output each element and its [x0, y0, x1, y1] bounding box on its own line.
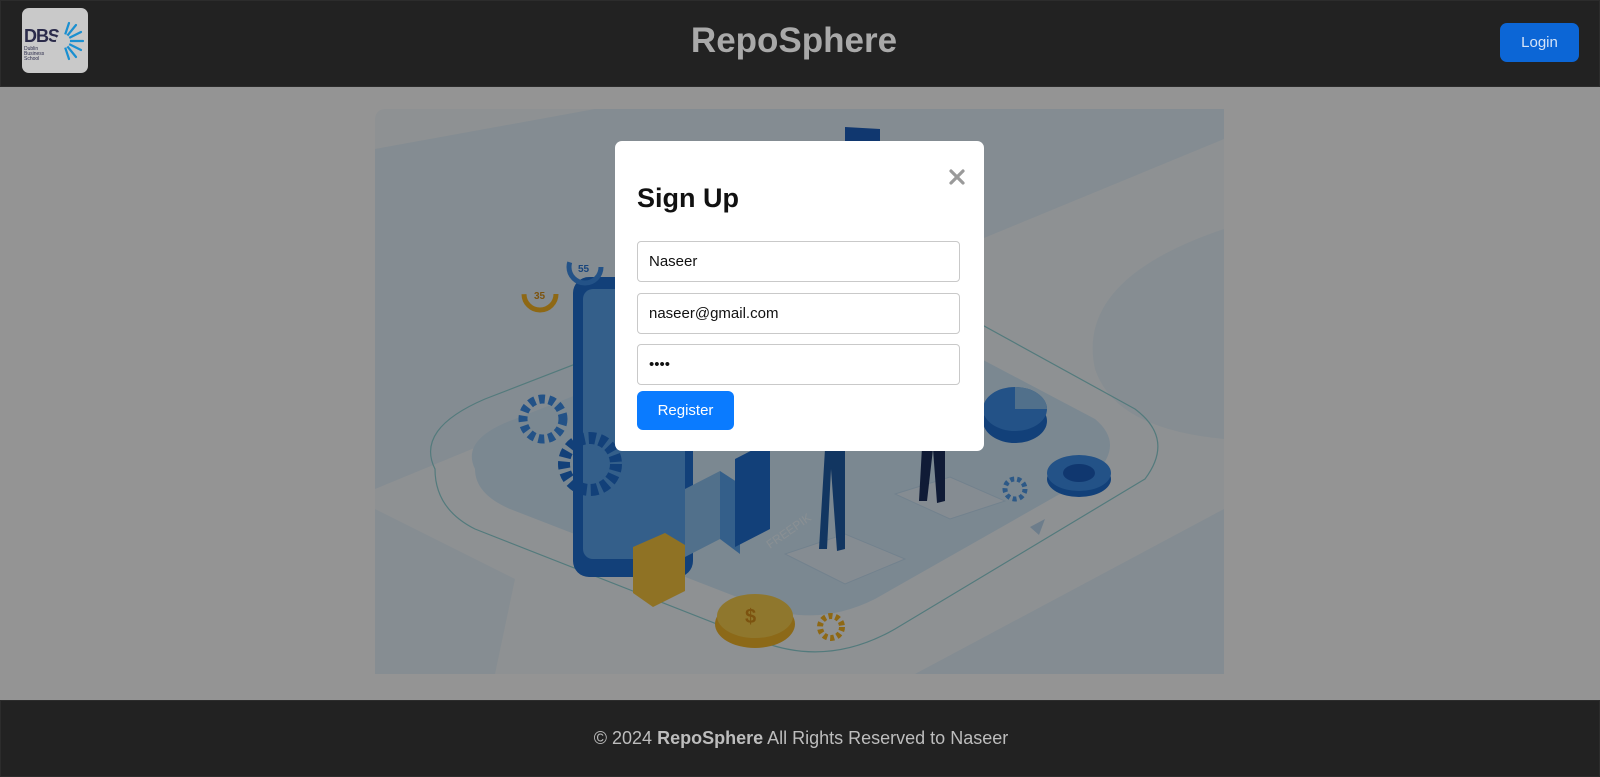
- footer-copyright: © 2024 RepoSphere All Rights Reserved to…: [1, 728, 1600, 749]
- signup-modal: Sign Up Register: [615, 141, 984, 451]
- footer-prefix: © 2024: [593, 728, 658, 748]
- site-footer: © 2024 RepoSphere All Rights Reserved to…: [0, 700, 1600, 777]
- email-field[interactable]: [637, 293, 960, 334]
- footer-brand: RepoSphere: [657, 728, 764, 748]
- name-field[interactable]: [637, 241, 960, 282]
- close-icon[interactable]: [945, 165, 969, 189]
- login-button[interactable]: Login: [1500, 23, 1579, 62]
- footer-suffix: All Rights Reserved to Naseer: [763, 728, 1009, 748]
- modal-title: Sign Up: [637, 183, 739, 213]
- close-button[interactable]: [945, 165, 969, 189]
- app-title: RepoSphere: [690, 21, 898, 60]
- register-button[interactable]: Register: [637, 391, 734, 430]
- password-field[interactable]: [637, 344, 960, 385]
- site-header: DBS Dublin Business School RepoSphere Lo…: [0, 0, 1600, 87]
